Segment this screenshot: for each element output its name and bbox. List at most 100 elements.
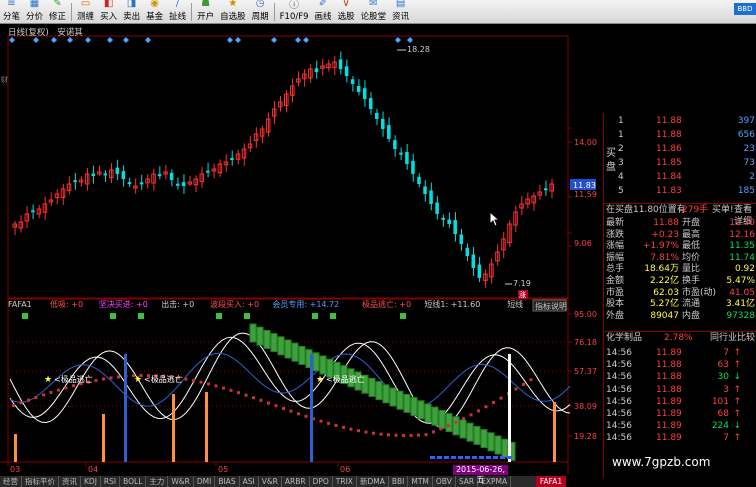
trend-dot [439,427,443,431]
indicator-tab[interactable]: 资讯 [59,476,81,487]
ruler-icon: ▭ [80,0,91,9]
sector-compare-button[interactable]: 同行业比较 [710,332,755,344]
signal-marker [107,37,113,43]
candle-body [477,264,482,278]
toolbar-button-6[interactable]: ◉ 基金 [143,0,166,23]
tick-time: 14:56 [606,421,632,432]
trend-dot [477,409,480,413]
indicator-tab[interactable]: 新DMA [357,476,389,487]
indicator-tab[interactable]: BBI [389,476,409,487]
order-row: 2 11.86 23 [604,144,756,158]
indicator-tab[interactable]: DPO [310,476,333,487]
indicator-tab[interactable]: KDJ [81,476,101,487]
signal-bar [553,402,556,462]
trend-dot [267,401,270,405]
toolbar-button-8[interactable]: ☗ 开户 [194,0,217,23]
toolbar-button-0[interactable]: ≡ 分笔 [0,0,23,23]
toolbar-button-label: 开户 [197,12,215,22]
chart-area[interactable]: 财 14.00 11.59 9.06 11.83 18.28 7.19 涨 FAFA1 低吸: +… [0,24,603,487]
indicator-tab-active[interactable]: FAFA1 [536,476,566,487]
indicator-tab[interactable]: TRIX [333,476,357,487]
indicator-tab[interactable]: 主力 [146,476,169,487]
trend-block [410,397,418,417]
toolbar-button-7[interactable]: ∕ 扯线 [166,0,189,23]
quote-label: 最高 [682,229,701,240]
toolbar-button-label: 扯线 [169,12,187,22]
candle-body [350,79,355,84]
toolbar-button-14[interactable]: ✉ 论股堂 [358,0,390,23]
toolbar-button-12[interactable]: ✐ 画线 [312,0,335,23]
indicator-tab[interactable]: ASI [240,476,259,487]
indicator-tab[interactable]: ARBR [282,476,310,487]
candle-body [344,66,349,76]
price-axis-label: 9.06 [574,239,592,248]
indicator-header-item: 会员专用: +14.72 [272,299,339,309]
signal-square [110,313,116,319]
indicator-header-item: 短线1: +11.60 [424,299,480,309]
indicator-tab[interactable]: MTM [408,476,433,487]
quote-value: 62.03 [653,287,679,298]
trend-dot [432,430,435,434]
toolbar-button-3[interactable]: ▭ 测缠 [74,0,97,23]
star-icon: ★ [134,375,142,385]
arrow-down-icon: ↓ [733,372,741,383]
trend-dot [117,375,120,379]
trend-block [480,429,488,449]
quote-row: 市盈 62.03 市盈(动) 41.05 [604,287,756,299]
star-icon: ★ [228,0,238,9]
info-icon: ⓘ [289,0,300,11]
indicator-tab[interactable]: 指标平价 [22,476,59,487]
signal-square [216,313,222,319]
candle-body [381,118,385,129]
buy-icon: ◧ [103,0,114,9]
candle-body [543,188,548,191]
toolbar-button-13[interactable]: ⊽ 选股 [335,0,358,23]
sector-name[interactable]: 化学制品 [606,332,642,344]
quote-value: 7.81% [650,252,679,263]
tick-volume: 3 [723,384,729,395]
indicator-tab[interactable]: SAR [456,476,479,487]
escape-annotation: <极品逃亡 [326,374,365,384]
toolbar-button-1[interactable]: ▦ 分价 [23,0,46,23]
trend-block [501,438,509,458]
quote-panel: 1 11.88 397 买盘 1 11.88 656 2 11.86 23 3 11.85 73 4 11.… [603,113,756,478]
signal-square [400,313,406,319]
sector-change: 2.78% [664,333,693,343]
candle-body [206,170,210,173]
indicator-tab[interactable]: DMI [194,476,216,487]
indicator-tab[interactable]: 经营 [0,476,22,487]
toolbar-button-11[interactable]: ⓘ F10/F9 [277,0,312,23]
indicator-help-button: 指标说明 [535,301,567,311]
candle-body [181,182,186,186]
order-level: 5 [618,186,624,196]
toolbar-button-10[interactable]: ◷ 周期 [249,0,272,23]
candle-body [169,172,174,180]
candle-body [157,174,162,177]
indicator-tab[interactable]: W&R [168,476,194,487]
toolbar-button-5[interactable]: ◨ 卖出 [120,0,143,23]
price-axis-label: 11.59 [574,190,597,199]
trend-dot [42,393,45,397]
indicator-tab[interactable]: OBV [433,476,456,487]
trend-dot [379,432,383,436]
status-buy[interactable]: 买单! [712,204,734,216]
toolbar-button-15[interactable]: ▤ 资讯 [389,0,412,23]
indicator-tab[interactable]: RSI [101,476,121,487]
toolbar-button-9[interactable]: ★ 自选股 [217,0,249,23]
trend-dot [387,433,390,437]
trend-dot [402,433,405,437]
indicator-tab[interactable]: BIAS [215,476,240,487]
trend-block [487,432,495,452]
trend-block [256,326,264,346]
candle-body [362,88,367,99]
tick-time: 14:56 [606,360,632,371]
bbd-button[interactable]: BBD [734,3,756,15]
toolbar-button-4[interactable]: ◧ 买入 [97,0,120,23]
indicator-tab[interactable]: V&R [259,476,282,487]
floor-marker [451,456,456,459]
tick-row: 14:56 11.89 224 ↓ [604,420,756,432]
trend-dot [342,425,345,429]
status-count: 279手 [682,205,709,215]
toolbar-button-2[interactable]: ✎ 修正 [46,0,69,23]
indicator-tab[interactable]: BOLL [120,476,147,487]
